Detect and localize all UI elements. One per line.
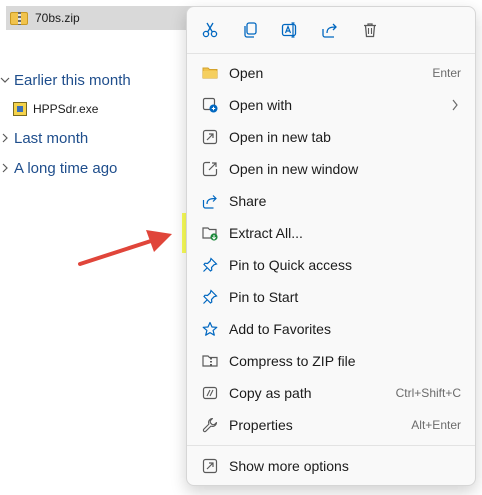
menu-item-pin-to-start[interactable]: Pin to Start [187, 281, 475, 313]
zip-file-icon [10, 11, 28, 25]
pin-icon [202, 289, 218, 305]
menu-item-label: Share [229, 193, 267, 209]
menu-item-label: Pin to Start [229, 289, 299, 305]
wrench-icon [202, 417, 218, 433]
copy-icon[interactable] [238, 18, 262, 42]
copy-path-icon [202, 385, 218, 401]
group-label: A long time ago [14, 159, 118, 177]
extract-icon [202, 225, 218, 241]
menu-item-pin-to-quick-access[interactable]: Pin to Quick access [187, 249, 475, 281]
menu-item-label: Pin to Quick access [229, 257, 352, 273]
exe-file-icon [12, 101, 28, 117]
menu-divider [187, 445, 475, 446]
menu-item-copy-as-path[interactable]: Copy as path Ctrl+Shift+C [187, 377, 475, 409]
context-menu-toolbar [187, 7, 475, 53]
menu-item-label: Open in new window [229, 161, 359, 177]
menu-item-shortcut: Ctrl+Shift+C [395, 386, 461, 400]
menu-item-label: Open [229, 65, 264, 81]
menu-item-label: Show more options [229, 458, 349, 474]
menu-item-open-in-new-window[interactable]: Open in new window [187, 153, 475, 185]
menu-item-label: Add to Favorites [229, 321, 331, 337]
annotation-arrow-icon [76, 226, 176, 270]
delete-icon[interactable] [358, 18, 382, 42]
menu-item-add-to-favorites[interactable]: Add to Favorites [187, 313, 475, 345]
file-row-exe[interactable]: HPPSdr.exe [12, 99, 98, 119]
menu-item-label: Extract All... [229, 225, 303, 241]
menu-item-properties[interactable]: Properties Alt+Enter [187, 409, 475, 441]
group-last-month[interactable]: Last month [0, 127, 88, 149]
menu-item-compress-to-zip[interactable]: Compress to ZIP file [187, 345, 475, 377]
folder-icon [202, 65, 218, 81]
chevron-right-icon[interactable] [0, 163, 14, 173]
share-icon[interactable] [318, 18, 342, 42]
group-label: Last month [14, 129, 89, 147]
pin-icon [202, 257, 218, 273]
menu-item-label: Properties [229, 417, 293, 433]
chevron-down-icon[interactable] [0, 75, 14, 85]
menu-item-shortcut: Alt+Enter [411, 418, 461, 432]
menu-divider [187, 53, 475, 54]
open-with-icon [202, 97, 218, 113]
menu-item-extract-all[interactable]: Extract All... [187, 217, 475, 249]
chevron-right-icon [451, 99, 459, 111]
menu-item-open-with[interactable]: Open with [187, 89, 475, 121]
group-earlier-this-month[interactable]: Earlier this month [0, 69, 131, 91]
file-name: HPPSdr.exe [33, 102, 99, 116]
menu-item-label: Open in new tab [229, 129, 331, 145]
group-a-long-time-ago[interactable]: A long time ago [0, 157, 117, 179]
menu-item-label: Copy as path [229, 385, 312, 401]
zip-folder-icon [202, 353, 218, 369]
more-options-icon [202, 458, 218, 474]
context-menu: Open Enter Open with Open in new tab Ope… [186, 6, 476, 486]
menu-item-label: Compress to ZIP file [229, 353, 356, 369]
menu-item-shortcut: Enter [432, 66, 461, 80]
share-icon [202, 193, 218, 209]
chevron-right-icon[interactable] [0, 133, 14, 143]
new-tab-icon [202, 129, 218, 145]
new-window-icon [202, 161, 218, 177]
cut-icon[interactable] [198, 18, 222, 42]
menu-item-open[interactable]: Open Enter [187, 57, 475, 89]
group-label: Earlier this month [14, 71, 131, 89]
star-icon [202, 321, 218, 337]
selected-file-row[interactable]: 70bs.zip [6, 6, 202, 30]
menu-item-label: Open with [229, 97, 293, 113]
rename-icon[interactable] [278, 18, 302, 42]
menu-item-open-in-new-tab[interactable]: Open in new tab [187, 121, 475, 153]
file-name: 70bs.zip [35, 11, 80, 25]
menu-item-show-more-options[interactable]: Show more options [187, 450, 475, 482]
menu-item-share[interactable]: Share [187, 185, 475, 217]
